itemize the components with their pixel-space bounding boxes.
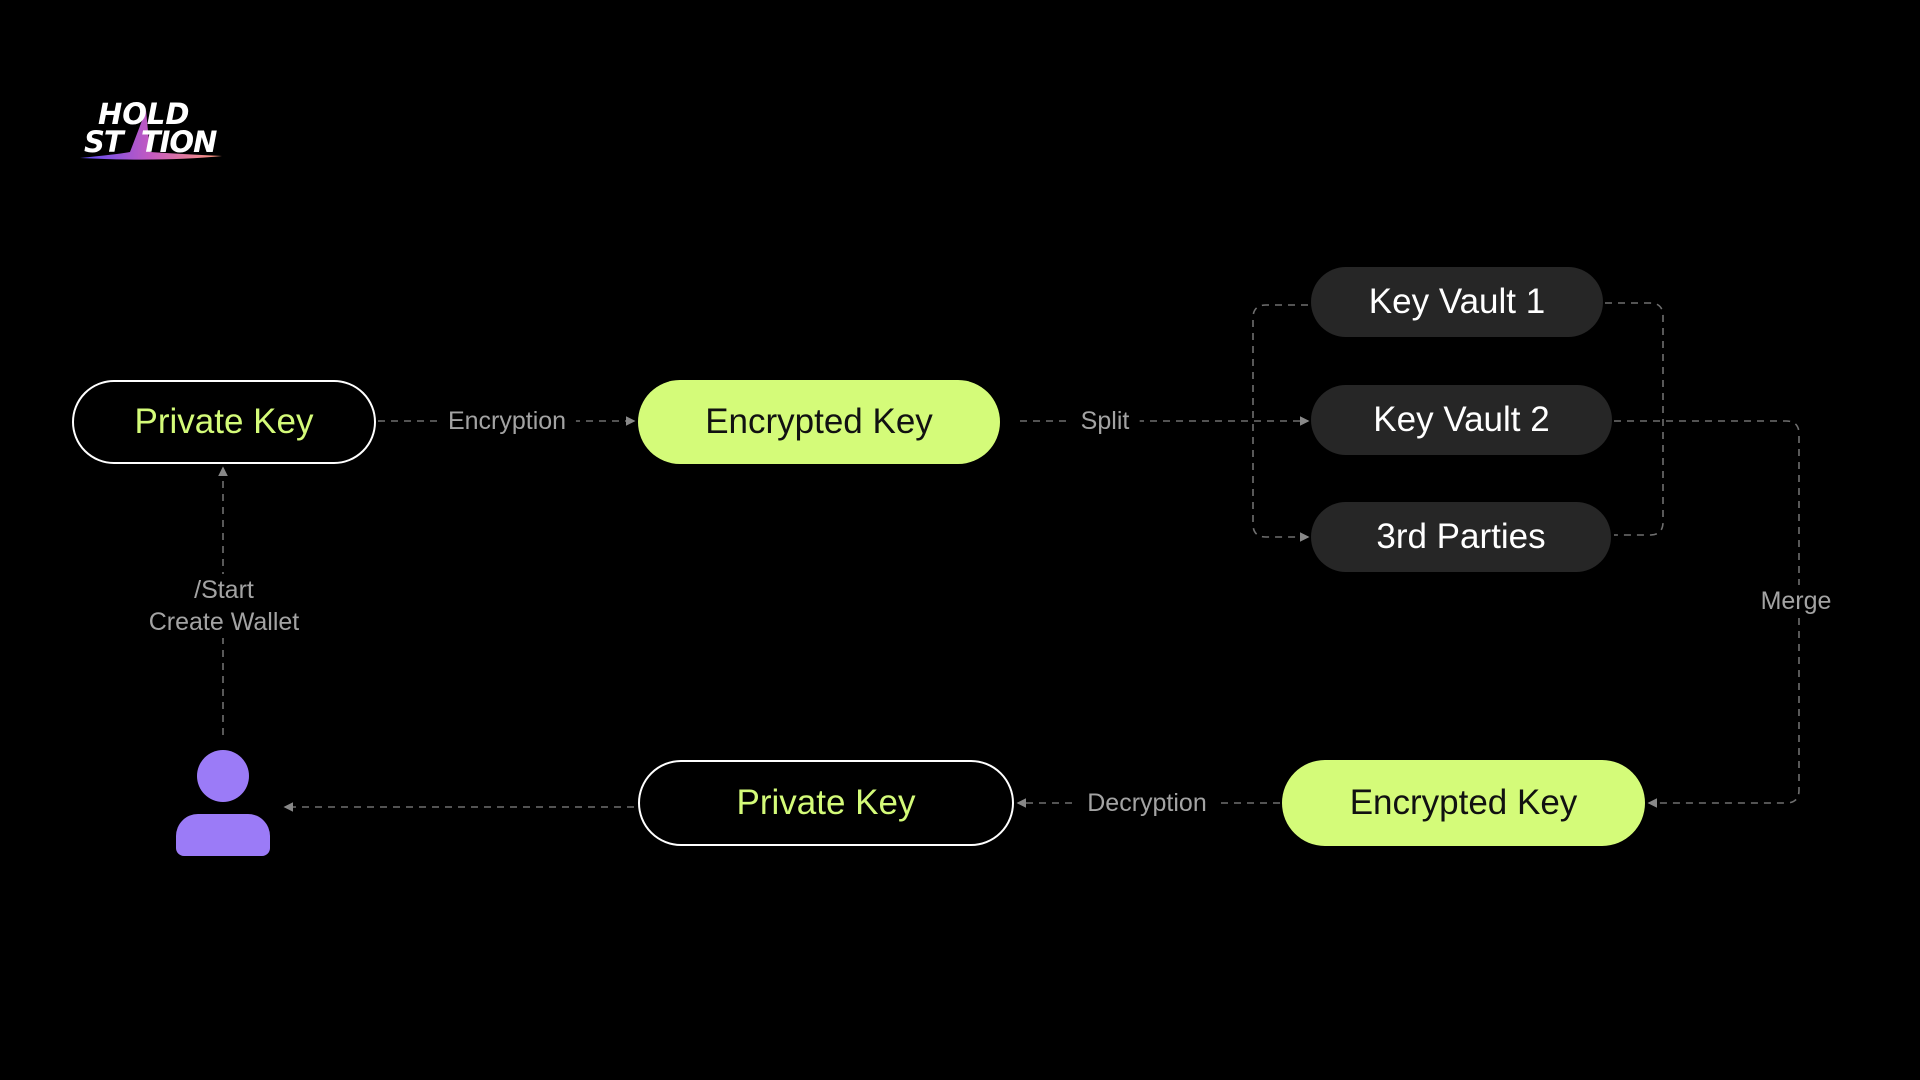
holdstation-logo: HOLD ST TION <box>80 96 230 167</box>
encrypted-key-node-top: Encrypted Key <box>638 380 1000 464</box>
encrypted-key-node-bottom: Encrypted Key <box>1282 760 1645 846</box>
split-label: Split <box>1070 405 1140 437</box>
start-label: /Start <box>194 576 254 604</box>
third-parties-label: 3rd Parties <box>1376 517 1546 556</box>
create-wallet-label: Create Wallet <box>148 608 300 636</box>
key-vault-1-node: Key Vault 1 <box>1311 267 1603 337</box>
private-key-node-top: Private Key <box>72 380 376 464</box>
third-parties-node: 3rd Parties <box>1311 502 1611 572</box>
connector-lines <box>218 302 1800 812</box>
edge-merge-bracket <box>1605 302 1664 536</box>
key-vault-2-label: Key Vault 2 <box>1373 400 1550 439</box>
key-vault-1-label: Key Vault 1 <box>1368 282 1546 321</box>
private-key-node-bottom: Private Key <box>638 760 1014 846</box>
private-key-label: Private Key <box>134 402 314 441</box>
merge-label: Merge <box>1750 585 1842 617</box>
encryption-label: Encryption <box>437 405 577 437</box>
private-key-label: Private Key <box>736 783 916 822</box>
key-vault-2-node: Key Vault 2 <box>1311 385 1612 455</box>
decryption-label: Decryption <box>1077 787 1217 819</box>
encrypted-key-label: Encrypted Key <box>705 402 933 441</box>
user-icon <box>176 750 270 856</box>
encrypted-key-label: Encrypted Key <box>1349 783 1578 822</box>
start-create-wallet-label: /Start Create Wallet <box>138 574 310 638</box>
svg-text:ST TION: ST TION <box>84 125 217 159</box>
